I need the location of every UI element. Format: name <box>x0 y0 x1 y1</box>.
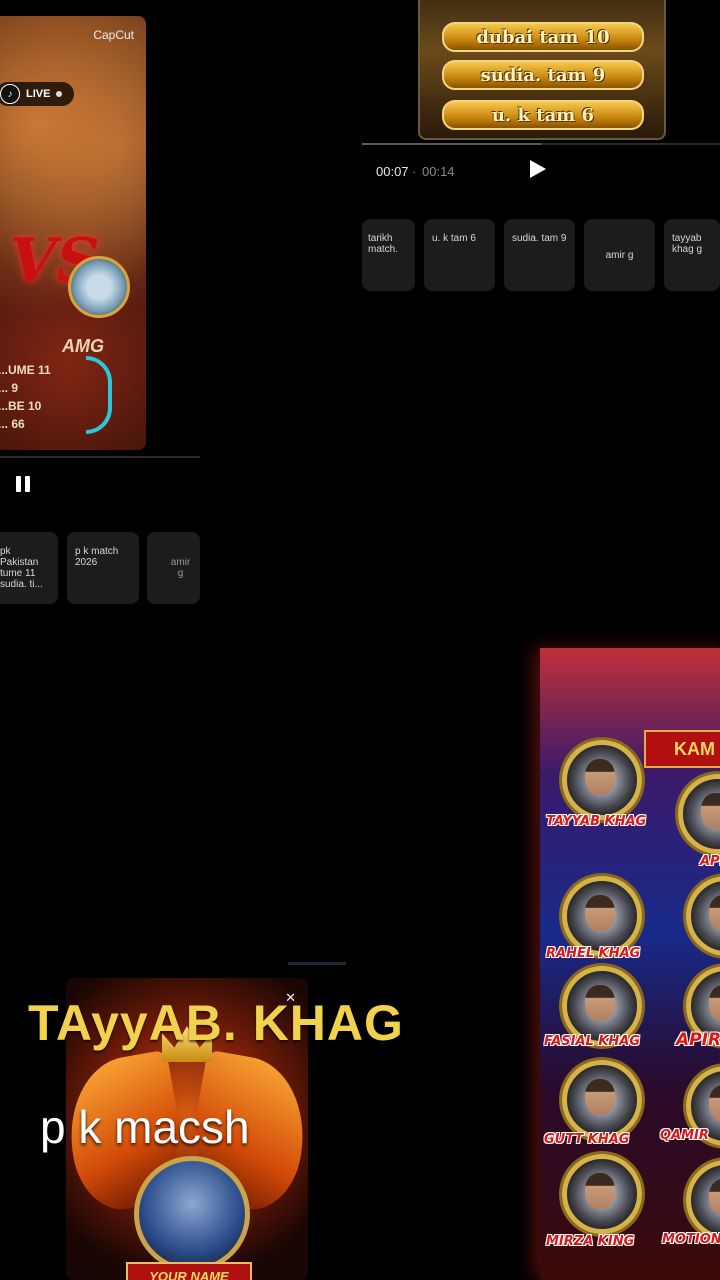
medallion-10 <box>686 1160 720 1240</box>
pause-button[interactable] <box>14 474 34 494</box>
plate-label: TAYYAB KHAG <box>546 814 647 829</box>
live-label: LIVE <box>26 88 51 100</box>
overlay-subtitle-text: p k macsh <box>40 1101 250 1153</box>
divider <box>288 962 346 965</box>
kam-banner: KAM <box>644 730 720 768</box>
chip-top-5[interactable]: tayyab khag g <box>664 219 720 291</box>
capcut-watermark: CapCut <box>93 28 134 42</box>
chip-left-3[interactable]: amir g <box>147 532 200 604</box>
video-thumbnail-left[interactable]: CapCut ♪ LIVE VS AMG ...UME 11 ... 9 ...… <box>0 16 146 450</box>
chip-top-1[interactable]: tarikh match. <box>362 219 415 291</box>
live-dot-icon <box>56 91 63 97</box>
decorative-ring <box>86 356 112 434</box>
chip-label: amir g <box>170 557 191 579</box>
poster-line: ...BE 10 <box>0 399 42 413</box>
left-progress-bar[interactable] <box>0 456 200 458</box>
top-progress-bar[interactable] <box>362 143 720 145</box>
medallion-3 <box>562 876 642 956</box>
plate-label: MIRZA KING <box>546 1234 635 1249</box>
overlay-title-text: TAyyAB. KHAG <box>28 995 404 1051</box>
live-badge: ♪ LIVE <box>0 82 75 106</box>
video-thumbnail-top[interactable]: dubai tam 10 sudia. tam 9 u. k tam 6 <box>418 0 666 140</box>
poster-line: ... 66 <box>0 417 25 431</box>
plate-label: FASIAL KHAG <box>544 1034 641 1049</box>
poster-score-lines: ...UME 11 ... 9 ...BE 10 ... 66 <box>0 361 51 433</box>
tiktok-icon: ♪ <box>0 84 20 104</box>
chip-label: sudia. tam 9 <box>512 233 567 244</box>
time-separator: · <box>412 164 417 179</box>
chip-label: p k match 2026 <box>75 546 119 568</box>
plate-label: GUTT KHAG <box>544 1132 630 1147</box>
portrait-medallion <box>134 1156 250 1272</box>
medallion-9 <box>562 1154 642 1234</box>
progress-fill <box>362 143 541 145</box>
play-icon[interactable] <box>530 160 546 178</box>
time-current: 00:07 <box>376 164 409 179</box>
chip-top-2[interactable]: u. k tam 6 <box>424 219 495 291</box>
banner-uk: u. k tam 6 <box>442 100 644 130</box>
chip-top-3[interactable]: sudia. tam 9 <box>504 219 575 291</box>
plate-label: MOTION <box>662 1232 720 1247</box>
chip-left-1[interactable]: pk Pakistan tume 11 sudia. ti... <box>0 532 58 604</box>
medallion-7 <box>562 1060 642 1140</box>
medallion-1 <box>562 740 642 820</box>
time-total: 00:14 <box>422 164 455 179</box>
plate-label: APIR <box>676 1030 720 1050</box>
poster-line: ...UME 11 <box>0 363 51 377</box>
plate-label: QAMIR <box>660 1128 709 1143</box>
chip-label: amir g <box>605 249 634 261</box>
chip-label: tayyab khag g <box>672 233 703 255</box>
name-ribbon: YOUR NAME <box>126 1262 252 1280</box>
profile-medallion <box>68 256 130 318</box>
medallion-2 <box>678 774 720 854</box>
video-thumbnail-grid[interactable]: KAM TAYYAB KHAG API RAHEL KHAG FASIAL KH… <box>540 648 720 1280</box>
banner-dubai: dubai tam 10 <box>442 22 644 52</box>
chip-label: tarikh match. <box>368 233 399 255</box>
chip-label: pk Pakistan tume 11 sudia. ti... <box>0 546 43 590</box>
amg-logo-text: AMG <box>62 336 104 356</box>
pause-icon <box>16 476 21 492</box>
banner-sudia: sudia. tam 9 <box>442 60 644 90</box>
chip-label: u. k tam 6 <box>432 233 476 244</box>
plate-label: API <box>700 854 720 869</box>
poster-line: ... 9 <box>0 381 19 395</box>
chip-left-2[interactable]: p k match 2026 <box>67 532 139 604</box>
chip-top-4[interactable]: amir g <box>584 219 655 291</box>
medallion-4 <box>686 876 720 956</box>
plate-label: RAHEL KHAG <box>546 946 641 961</box>
